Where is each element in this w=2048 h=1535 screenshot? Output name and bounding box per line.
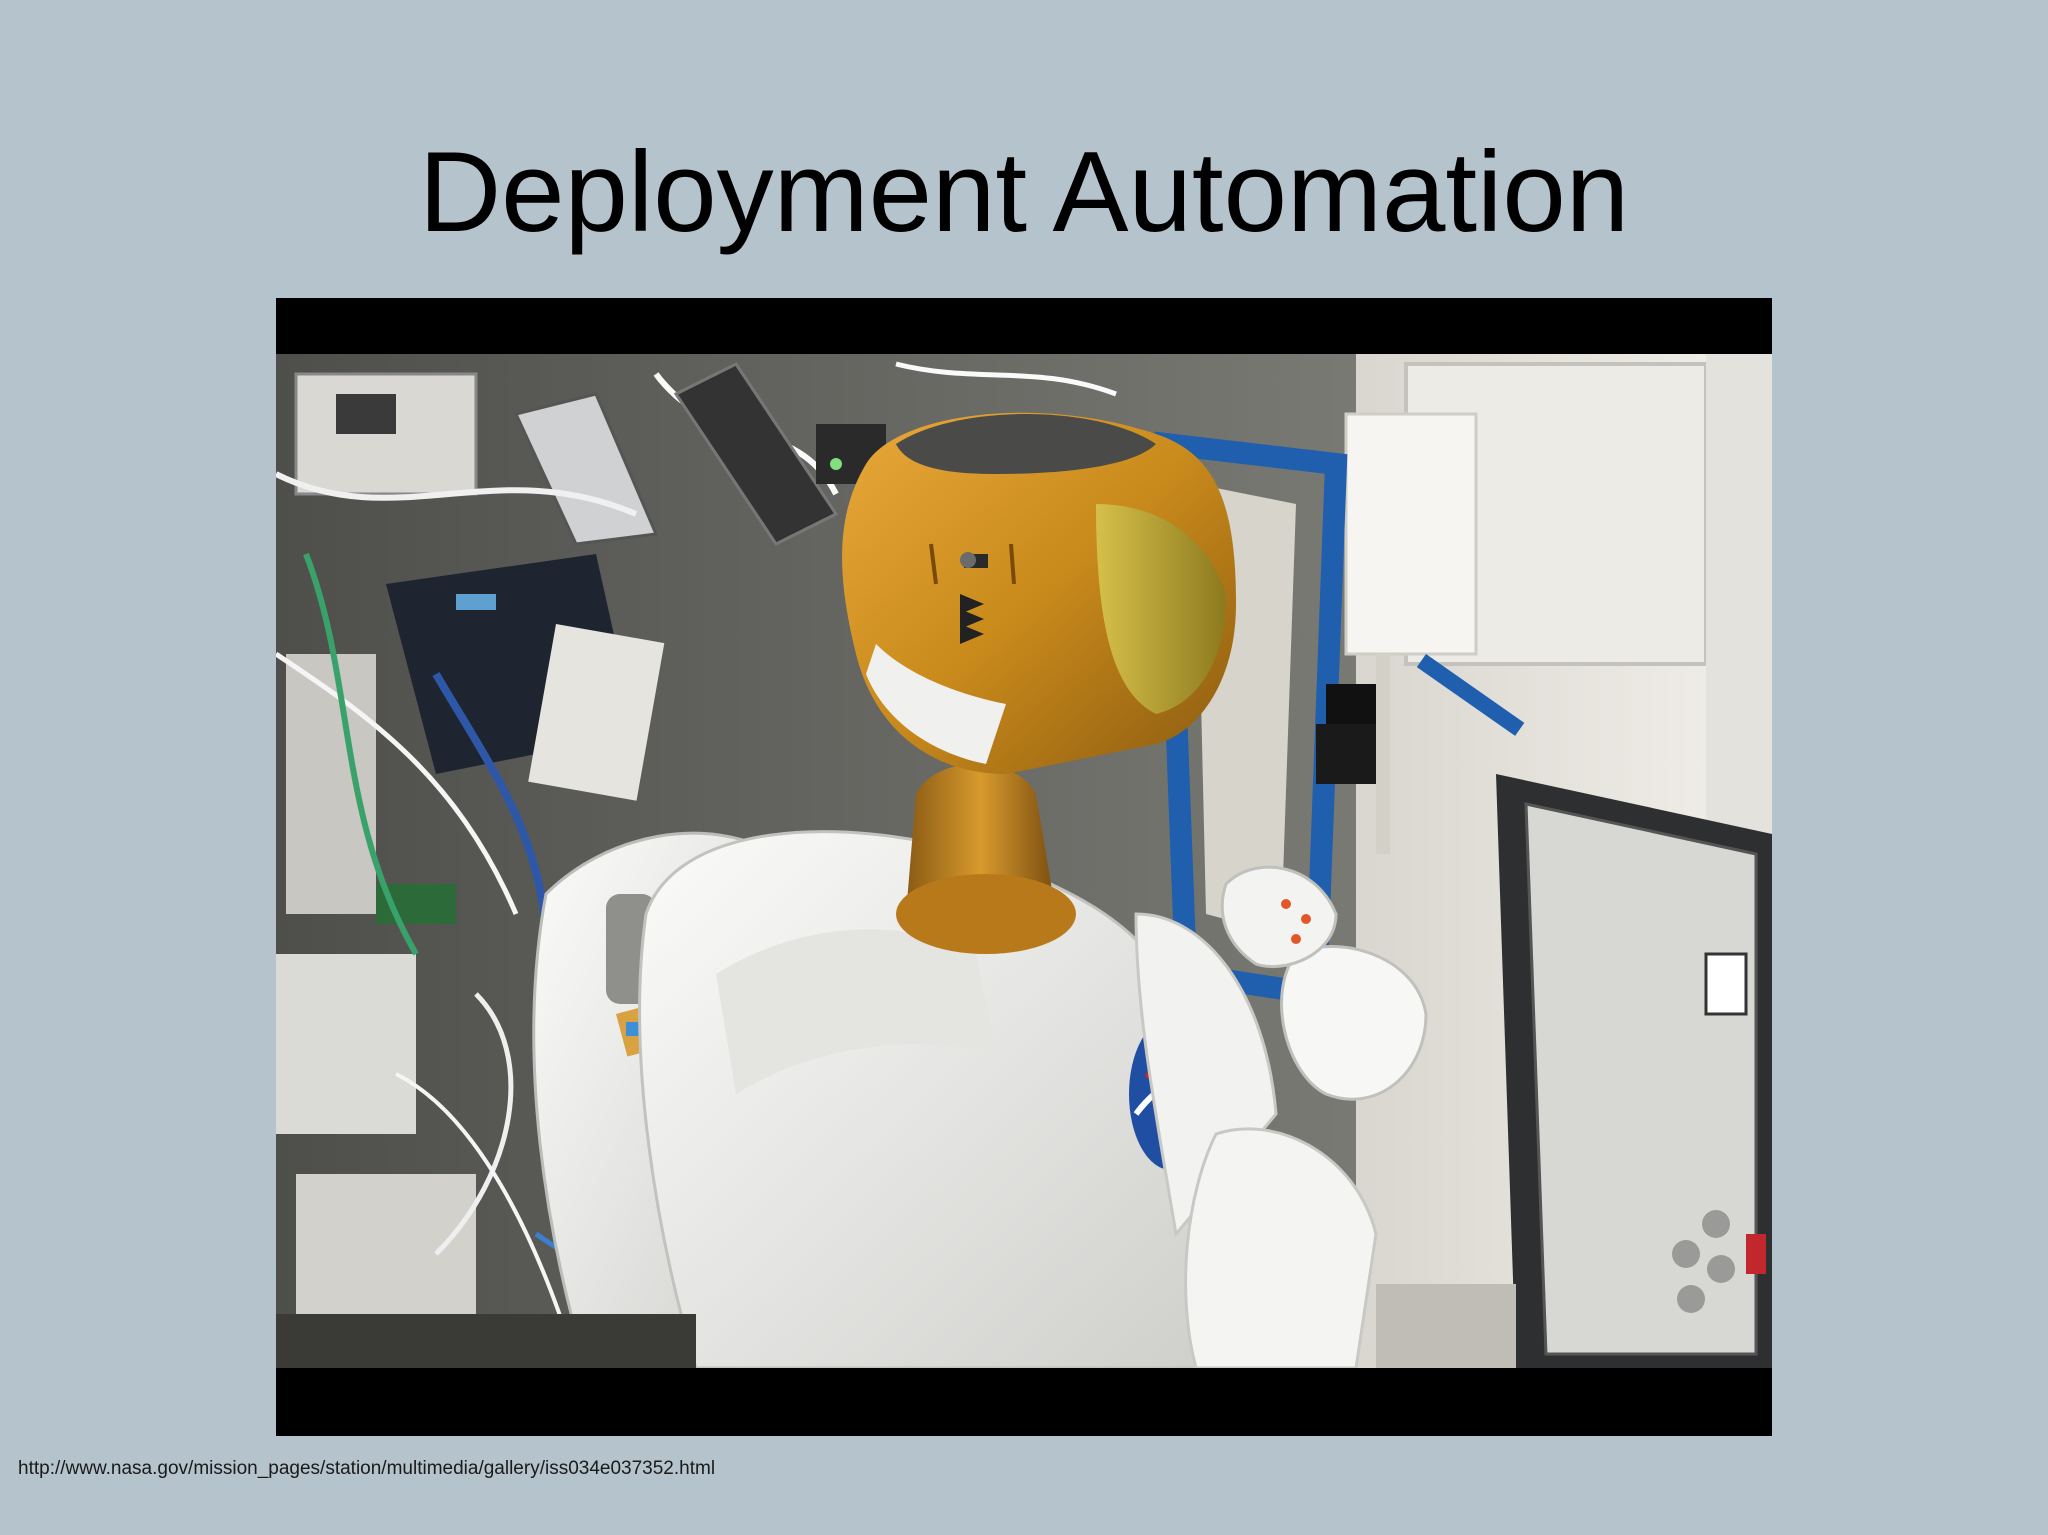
slide: Deployment Automation http://www.nasa.go… xyxy=(0,0,2048,1535)
robonaut-illustration xyxy=(276,354,1772,1368)
source-url: http://www.nasa.gov/mission_pages/statio… xyxy=(18,1458,716,1479)
robonaut-photo xyxy=(276,354,1772,1368)
slide-title: Deployment Automation xyxy=(418,129,1630,256)
photo-frame xyxy=(276,298,1772,1436)
